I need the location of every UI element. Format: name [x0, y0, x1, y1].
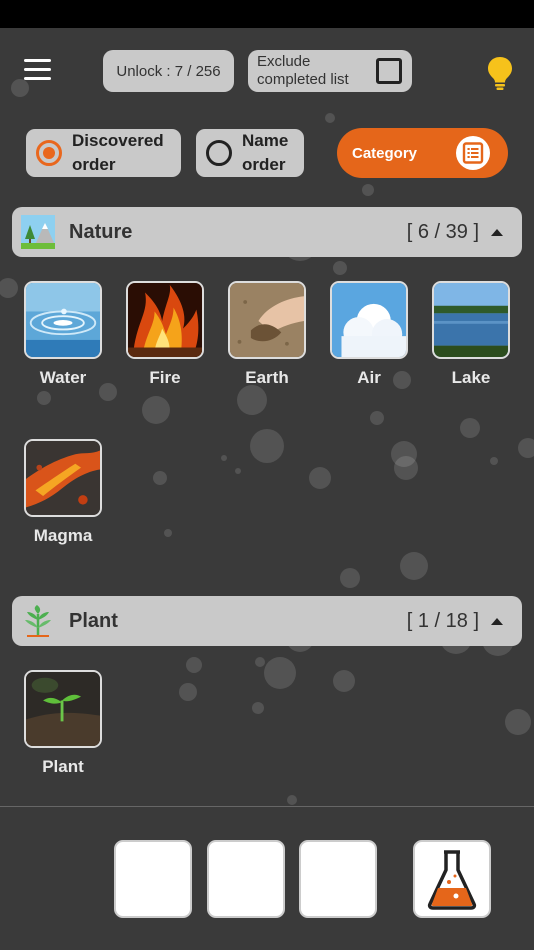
lake-image [432, 281, 510, 359]
element-label: Air [357, 368, 381, 387]
status-bar [0, 0, 534, 28]
nature-icon [21, 215, 55, 249]
name-order-line2: order [242, 155, 286, 174]
element-label: Earth [245, 368, 289, 387]
exclude-completed-toggle[interactable]: Exclude completed list [248, 50, 412, 92]
menu-line [24, 59, 51, 62]
plant-image [24, 670, 102, 748]
section-plant-header[interactable]: Plant [ 1 / 18 ] [12, 596, 522, 646]
element-lake[interactable]: Lake [432, 281, 510, 388]
exclude-label-line2: completed list [257, 71, 349, 88]
section-title: Plant [69, 609, 118, 632]
combine-slot-2[interactable] [207, 840, 285, 918]
unlock-counter: Unlock : 7 / 256 [103, 50, 234, 92]
category-button[interactable]: Category [337, 128, 508, 178]
exclude-label-line1: Exclude [257, 53, 311, 70]
combine-button[interactable] [413, 840, 491, 918]
discovered-radio[interactable] [36, 140, 62, 166]
unlock-text: Unlock : 7 / 256 [116, 62, 221, 80]
exclude-checkbox[interactable] [376, 58, 402, 84]
water-image [24, 281, 102, 359]
exclude-label: Exclude completed list [257, 53, 372, 89]
name-order-option[interactable]: Name order [196, 129, 304, 177]
element-plant[interactable]: Plant [24, 670, 102, 777]
section-count: [ 1 / 18 ] [406, 609, 479, 632]
discovered-order-option[interactable]: Discovered order [26, 129, 181, 177]
element-magma[interactable]: Magma [24, 439, 102, 546]
menu-line [24, 68, 51, 71]
element-water[interactable]: Water [24, 281, 102, 388]
name-order-label: Name order [242, 129, 288, 177]
sprout-icon [21, 604, 55, 638]
earth-image [228, 281, 306, 359]
list-icon [456, 136, 490, 170]
section-count: [ 6 / 39 ] [406, 220, 479, 243]
category-label: Category [352, 144, 418, 162]
name-radio[interactable] [206, 140, 232, 166]
name-order-line1: Name [242, 131, 289, 150]
bottom-divider [0, 806, 534, 807]
section-title: Nature [69, 220, 133, 243]
flask-icon [427, 850, 477, 910]
menu-button[interactable] [24, 59, 56, 85]
element-fire[interactable]: Fire [126, 281, 204, 388]
element-label: Lake [451, 368, 491, 387]
element-label: Plant [42, 757, 84, 776]
collapse-arrow-icon [491, 228, 503, 236]
magma-image [24, 439, 102, 517]
element-earth[interactable]: Earth [228, 281, 306, 388]
discovered-order-line1: Discovered [72, 131, 164, 150]
section-nature-header[interactable]: Nature [ 6 / 39 ] [12, 207, 522, 257]
element-label: Fire [149, 368, 181, 387]
discovered-order-label: Discovered order [72, 129, 164, 177]
menu-line [24, 77, 51, 80]
element-air[interactable]: Air [330, 281, 408, 388]
fire-image [126, 281, 204, 359]
combine-slot-3[interactable] [299, 840, 377, 918]
combine-slot-1[interactable] [114, 840, 192, 918]
element-label: Water [39, 368, 87, 387]
element-label: Magma [33, 526, 93, 545]
hint-bulb-icon[interactable] [486, 56, 514, 90]
air-image [330, 281, 408, 359]
discovered-order-line2: order [72, 155, 116, 174]
collapse-arrow-icon [491, 617, 503, 625]
